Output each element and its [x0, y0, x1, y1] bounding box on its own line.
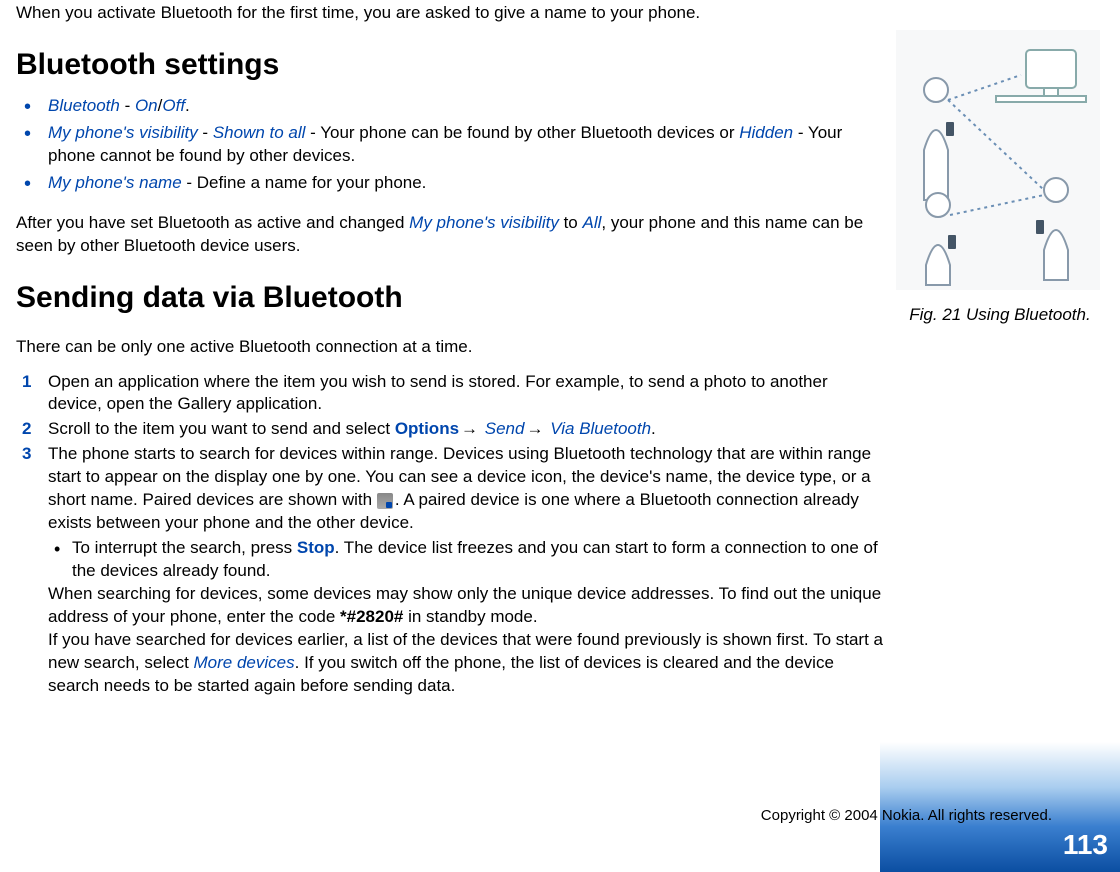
settings-item: My phone's visibility - Shown to all - Y… [16, 122, 886, 168]
more-devices-label: More devices [194, 653, 295, 672]
step-text: Scroll to the item you want to send and … [48, 419, 395, 438]
page-number: 113 [1063, 826, 1108, 864]
tail: Define a name for your phone. [197, 173, 427, 192]
text: to [559, 213, 583, 232]
mid: - Your phone can be found by other Bluet… [305, 123, 739, 142]
text: After you have set Bluetooth as active a… [16, 213, 409, 232]
setting-term: My phone's visibility [409, 213, 559, 232]
heading-bluetooth-settings: Bluetooth settings [16, 45, 886, 86]
sending-note: There can be only one active Bluetooth c… [16, 336, 886, 359]
settings-list: Bluetooth - On/Off. My phone's visibilit… [16, 95, 886, 195]
step-item: The phone starts to search for devices w… [16, 443, 886, 697]
options-label: Options [395, 419, 459, 438]
settings-item: My phone's name - Define a name for your… [16, 172, 886, 195]
figure-illustration [896, 30, 1100, 290]
steps-list: Open an application where the item you w… [16, 371, 886, 698]
step-text: Open an application where the item you w… [48, 372, 828, 414]
menu-path: Send [485, 419, 525, 438]
step-item: Open an application where the item you w… [16, 371, 886, 417]
step-paragraph: If you have searched for devices earlier… [48, 629, 886, 698]
bluetooth-illustration-svg [896, 30, 1100, 290]
arrow-icon: → [524, 419, 545, 438]
sep: - [198, 123, 213, 142]
text: in standby mode. [403, 607, 537, 626]
setting-term: My phone's visibility [48, 123, 198, 142]
intro-text: When you activate Bluetooth for the firs… [16, 2, 886, 25]
settings-item: Bluetooth - On/Off. [16, 95, 886, 118]
figure-caption: Fig. 21 Using Bluetooth. [896, 304, 1104, 327]
step-paragraph: When searching for devices, some devices… [48, 583, 886, 629]
tail: . [651, 419, 656, 438]
figure-column: Fig. 21 Using Bluetooth. [896, 30, 1104, 327]
sep: - [120, 96, 135, 115]
after-settings-text: After you have set Bluetooth as active a… [16, 212, 886, 258]
setting-term: My phone's name [48, 173, 182, 192]
page: Connectivity When you activate Bluetooth… [0, 0, 1120, 872]
setting-term: Bluetooth [48, 96, 120, 115]
setting-option: Hidden [739, 123, 793, 142]
setting-option: Shown to all [213, 123, 306, 142]
stop-label: Stop [297, 538, 335, 557]
tail: . [185, 96, 190, 115]
sub-bullet: To interrupt the search, press Stop. The… [48, 537, 886, 583]
code-label: *#2820# [340, 607, 403, 626]
sep: - [182, 173, 197, 192]
text: To interrupt the search, press [72, 538, 297, 557]
setting-option: Off [162, 96, 185, 115]
copyright-text: Copyright © 2004 Nokia. All rights reser… [761, 806, 1052, 826]
setting-option: On [135, 96, 158, 115]
heading-sending-data: Sending data via Bluetooth [16, 278, 886, 319]
setting-option: All [582, 213, 601, 232]
main-content: When you activate Bluetooth for the firs… [16, 0, 886, 700]
paired-device-icon [377, 493, 393, 509]
menu-path: Via Bluetooth [550, 419, 651, 438]
step-item: Scroll to the item you want to send and … [16, 418, 886, 441]
footer: Copyright © 2004 Nokia. All rights reser… [0, 822, 1120, 872]
arrow-icon: → [459, 419, 480, 438]
